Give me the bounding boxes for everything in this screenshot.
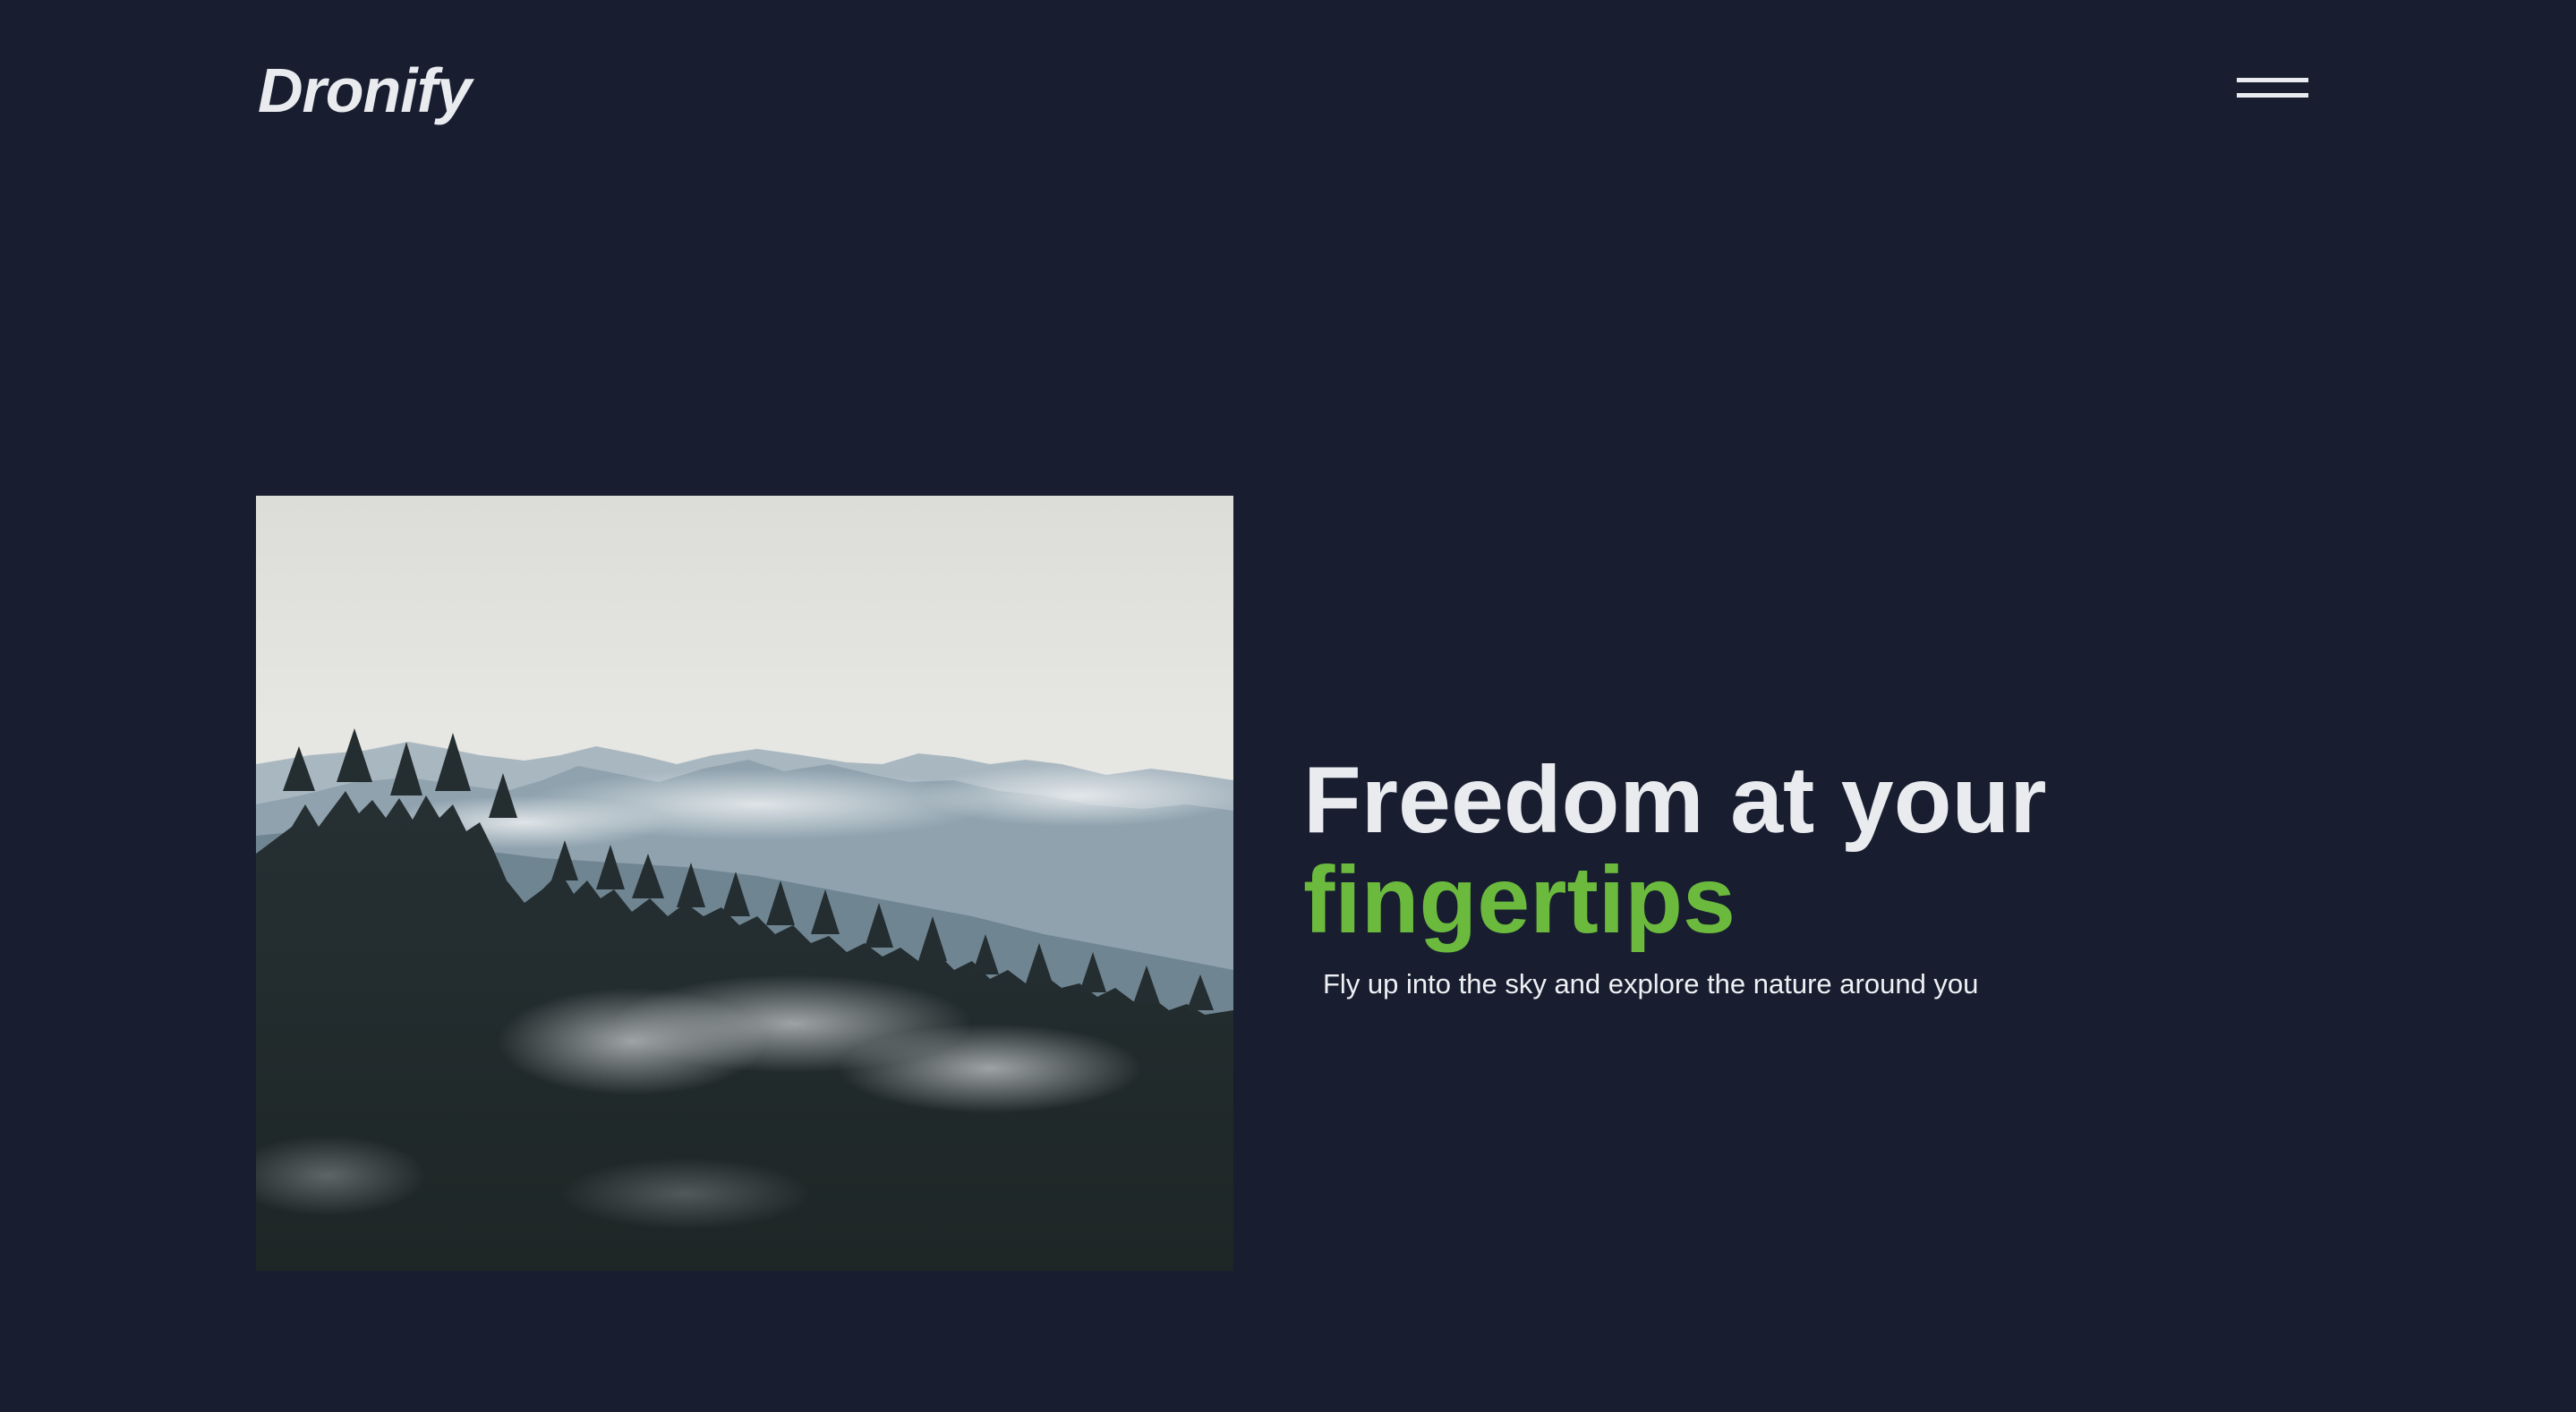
headline-accent: fingertips xyxy=(1303,847,1736,953)
hero-headline: Freedom at your fingertips xyxy=(1303,750,2047,950)
hero-landscape-image xyxy=(256,496,1233,1271)
menu-bar-bottom xyxy=(2237,93,2308,98)
mountain-forest-illustration xyxy=(256,496,1233,1271)
menu-bar-top xyxy=(2237,78,2308,82)
landing-page: Dronify Freedom at your fingertips Fly u… xyxy=(0,0,2576,1412)
logo[interactable]: Dronify xyxy=(258,50,472,131)
headline-line-1: Freedom at your xyxy=(1303,747,2047,853)
hero-subtitle: Fly up into the sky and explore the natu… xyxy=(1323,968,1979,999)
hamburger-menu-icon[interactable] xyxy=(2232,73,2309,109)
